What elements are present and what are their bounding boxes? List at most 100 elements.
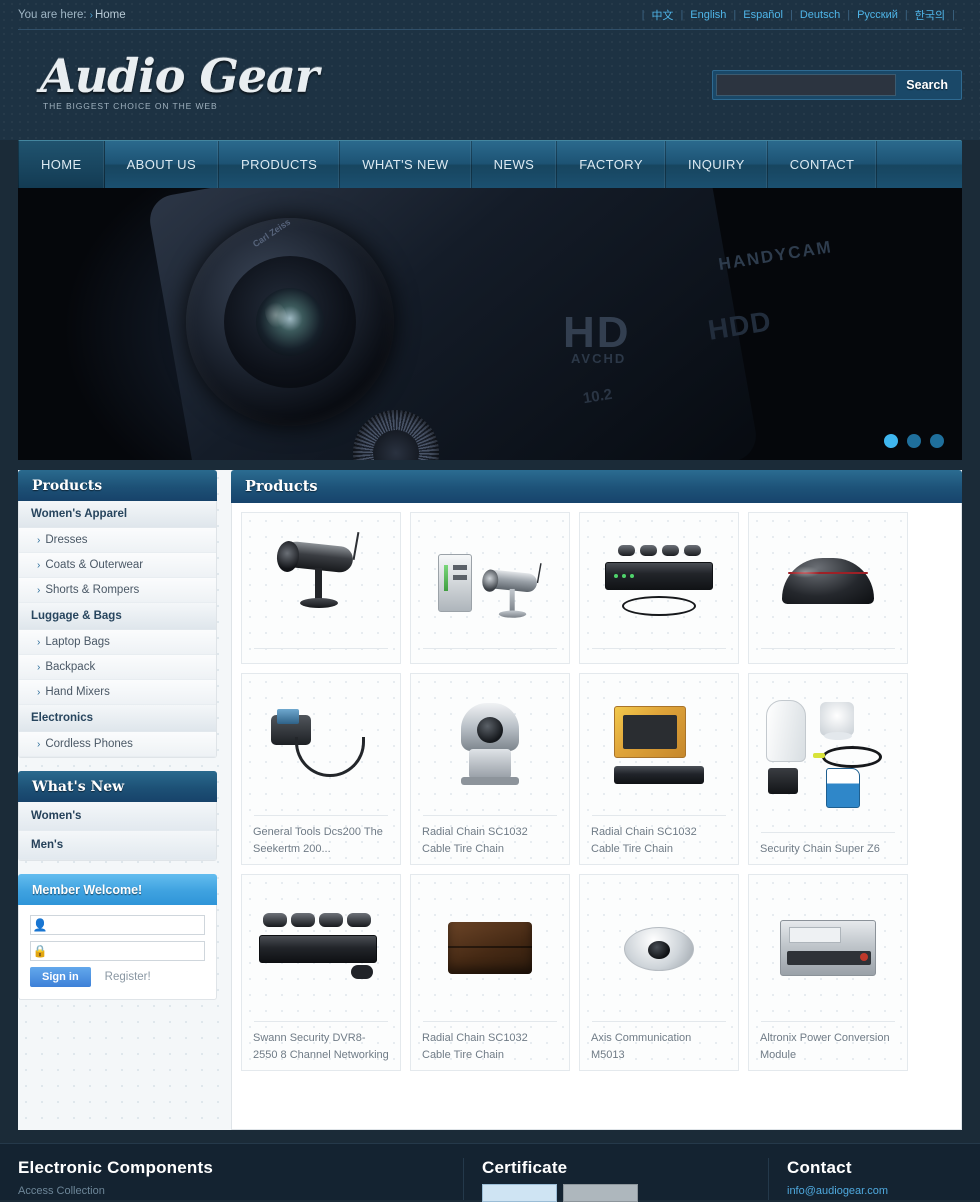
product-caption: Radial Chain SC1032 Cable Tire Chain [411,1022,569,1070]
product-caption: General Tools Dcs200 The Seekertm 200... [242,816,400,864]
whats-new-panel: What's New Women's Men's [18,771,217,861]
nav-item-home[interactable]: HOME [18,141,105,188]
whats-new-item-mens[interactable]: Men's [19,831,216,860]
product-tile[interactable]: General Tools Dcs200 The Seekertm 200... [241,673,401,865]
whats-new-panel-title: What's New [18,771,217,802]
sidebar-item-backpack[interactable]: ›Backpack [19,655,216,680]
register-link[interactable]: Register! [105,971,151,983]
sidebar-item-label: Backpack [45,661,95,673]
lang-link-es[interactable]: Español [743,9,783,21]
search-box: Search [712,70,962,100]
sidebar-item-hand-mixers[interactable]: ›Hand Mixers [19,680,216,705]
product-caption: Security Chain Super Z6 [749,833,907,864]
product-grid-container: General Tools Dcs200 The Seekertm 200...… [231,503,962,1130]
username-input[interactable] [49,917,204,934]
product-image [749,875,907,1021]
certificate-badge-2 [563,1184,638,1202]
sidebar-group-womens-apparel[interactable]: Women's Apparel [19,501,216,528]
certificate-badge-1 [482,1184,557,1202]
lang-sep: | [790,9,793,21]
sidebar-item-shorts-rompers[interactable]: ›Shorts & Rompers [19,578,216,603]
lang-link-ru[interactable]: Русский [857,9,898,21]
lang-link-ko[interactable]: 한국의 [915,7,945,23]
top-bar: You are here:›Home | 中文 | English | Espa… [0,0,980,30]
product-tile[interactable] [748,512,908,664]
product-tile[interactable]: Swann Security DVR8-2550 8 Channel Netwo… [241,874,401,1071]
footer-title: Contact [787,1158,942,1178]
product-image [242,513,400,648]
site-logo[interactable]: Audio Gear THE BIGGEST CHOICE ON THE WEB [18,53,318,111]
product-caption [411,649,569,663]
breadcrumb-home-link[interactable]: Home [95,9,126,21]
sign-in-button[interactable]: Sign in [30,967,91,987]
security-kit-graphic [764,694,892,812]
member-panel-body: 👤 🔒 Sign in Register! [18,905,217,1000]
hero-slider-dots [884,434,944,448]
product-tile[interactable]: Altronix Power Conversion Module [748,874,908,1071]
product-image [411,875,569,1021]
product-tile[interactable]: Radial Chain SC1032 Cable Tire Chain [579,673,739,865]
lang-link-zh[interactable]: 中文 [651,7,673,23]
login-actions: Sign in Register! [30,967,205,987]
power-module-graphic [780,920,876,976]
sidebar-item-laptop-bags[interactable]: ›Laptop Bags [19,630,216,655]
chevron-right-icon: › [37,560,40,571]
product-caption: Radial Chain SC1032 Cable Tire Chain [411,816,569,864]
whats-new-panel-body: Women's Men's [18,802,217,861]
sidebar-item-label: Hand Mixers [45,686,110,698]
sidebar-item-dresses[interactable]: ›Dresses [19,528,216,553]
lang-link-de[interactable]: Deutsch [800,9,840,21]
nav-item-products[interactable]: PRODUCTS [219,141,340,188]
product-image [580,674,738,815]
product-image [580,513,738,648]
lang-sep: | [905,9,908,21]
language-switcher: | 中文 | English | Español | Deutsch | Рус… [635,7,962,23]
user-icon: 👤 [31,916,49,934]
sidebar-item-coats-outerwear[interactable]: ›Coats & Outerwear [19,553,216,578]
hero-dot-3[interactable] [930,434,944,448]
lang-link-en[interactable]: English [690,9,726,21]
product-caption: Axis Communication M5013 [580,1022,738,1070]
password-field-wrap: 🔒 [30,941,205,961]
breadcrumb: You are here:›Home [18,9,126,21]
search-input[interactable] [716,74,896,96]
content-panel-title: Products [231,470,962,503]
products-panel-body: Women's Apparel ›Dresses ›Coats & Outerw… [18,501,217,758]
member-login-panel: Member Welcome! 👤 🔒 Sign in Register! [18,874,217,1000]
logo-wordmark: Audio Gear [40,53,318,99]
main-area: Products Women's Apparel ›Dresses ›Coats… [18,470,962,1130]
search-button[interactable]: Search [896,78,958,92]
product-tile[interactable] [241,512,401,664]
nav-item-inquiry[interactable]: INQUIRY [666,141,768,188]
camera-kit-graphic [438,550,542,612]
password-input[interactable] [49,943,204,960]
product-tile[interactable]: Axis Communication M5013 [579,874,739,1071]
product-tile[interactable] [410,512,570,664]
footer-subtext: Access Collection [18,1185,443,1197]
footer-contact-link[interactable]: info@audiogear.com [787,1185,942,1197]
hero-dot-2[interactable] [907,434,921,448]
nav-item-news[interactable]: NEWS [472,141,558,188]
product-caption [580,649,738,663]
footer-column-components: Electronic Components Access Collection [18,1158,463,1200]
products-panel: Products Women's Apparel ›Dresses ›Coats… [18,470,217,758]
sidebar-group-electronics[interactable]: Electronics [19,705,216,732]
product-image [411,513,569,648]
hero-dot-1[interactable] [884,434,898,448]
whats-new-item-womens[interactable]: Women's [19,802,216,831]
product-tile[interactable]: Radial Chain SC1032 Cable Tire Chain [410,874,570,1071]
ptz-camera-graphic [457,703,523,787]
product-tile[interactable] [579,512,739,664]
chevron-right-icon: › [37,739,40,750]
product-image [411,674,569,815]
nav-item-factory[interactable]: FACTORY [557,141,666,188]
product-tile[interactable]: Security Chain Super Z6 [748,673,908,865]
nav-item-whats-new[interactable]: WHAT'S NEW [340,141,471,188]
bullet-camera-graphic [271,538,371,624]
product-tile[interactable]: Radial Chain SC1032 Cable Tire Chain [410,673,570,865]
sidebar-group-luggage-bags[interactable]: Luggage & Bags [19,603,216,630]
sidebar-item-cordless-phones[interactable]: ›Cordless Phones [19,732,216,757]
nav-item-contact[interactable]: CONTACT [768,141,878,188]
hero-banner[interactable]: Carl Zeiss HD AVCHD HANDYCAM HDD 10.2 [18,188,962,460]
nav-item-about-us[interactable]: ABOUT US [105,141,219,188]
